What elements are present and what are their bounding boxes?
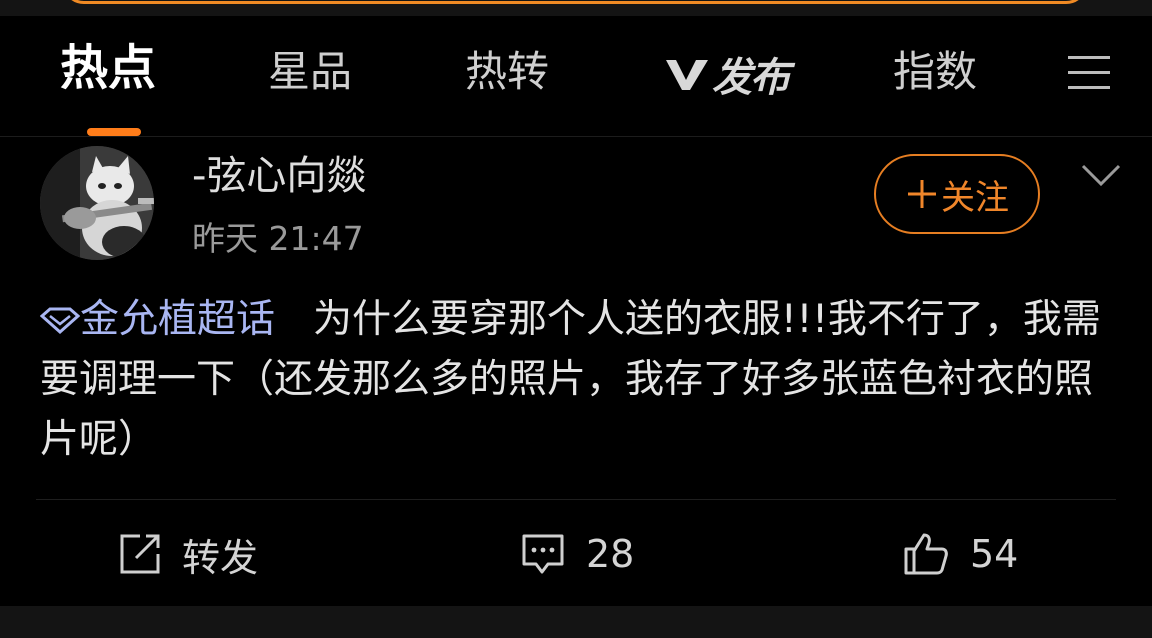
topic-link[interactable]: 金允植超话 [40,297,275,342]
avatar[interactable] [40,146,154,260]
search-bar[interactable] [62,0,1088,4]
guitar-cat-avatar [40,146,154,260]
follow-button[interactable]: 关注 [874,154,1040,234]
share-icon [120,534,160,574]
plus-icon [908,180,936,208]
tab-bar: 热点 星品 热转 发布 指数 [0,22,1152,136]
comment-icon [522,534,564,574]
v-logo-icon [666,60,708,90]
thumbs-up-icon [904,533,948,575]
tab-publish[interactable]: 发布 [664,50,790,101]
active-tab-indicator [87,128,141,136]
comment-button[interactable]: 28 [520,528,634,580]
post-text: 金允植超话 为什么要穿那个人送的衣服!!!我不行了，我需要调理一下（还发那么多的照… [40,290,1130,470]
repost-button[interactable]: 转发 [118,528,258,580]
topic-label: 金允植超话 [80,297,276,342]
comment-count: 28 [586,532,635,576]
like-count: 54 [970,532,1019,576]
bottom-strip [0,606,1152,638]
tab-index[interactable]: 指数 [893,44,977,100]
chevron-down-icon[interactable] [1080,162,1122,188]
tab-divider [0,136,1152,137]
tab-publish-label: 发布 [712,55,790,101]
username[interactable]: -弦心向燚 [192,150,366,202]
action-divider [36,499,1116,500]
hamburger-menu-icon[interactable] [1066,54,1112,90]
follow-label: 关注 [941,177,1009,218]
tab-repost[interactable]: 热转 [465,44,549,100]
repost-label: 转发 [182,535,259,580]
diamond-icon [40,307,80,334]
post-time: 昨天 21:47 [192,219,364,258]
like-button[interactable]: 54 [902,528,1018,580]
tab-hot[interactable]: 热点 [60,40,156,96]
tab-star[interactable]: 星品 [268,44,352,100]
